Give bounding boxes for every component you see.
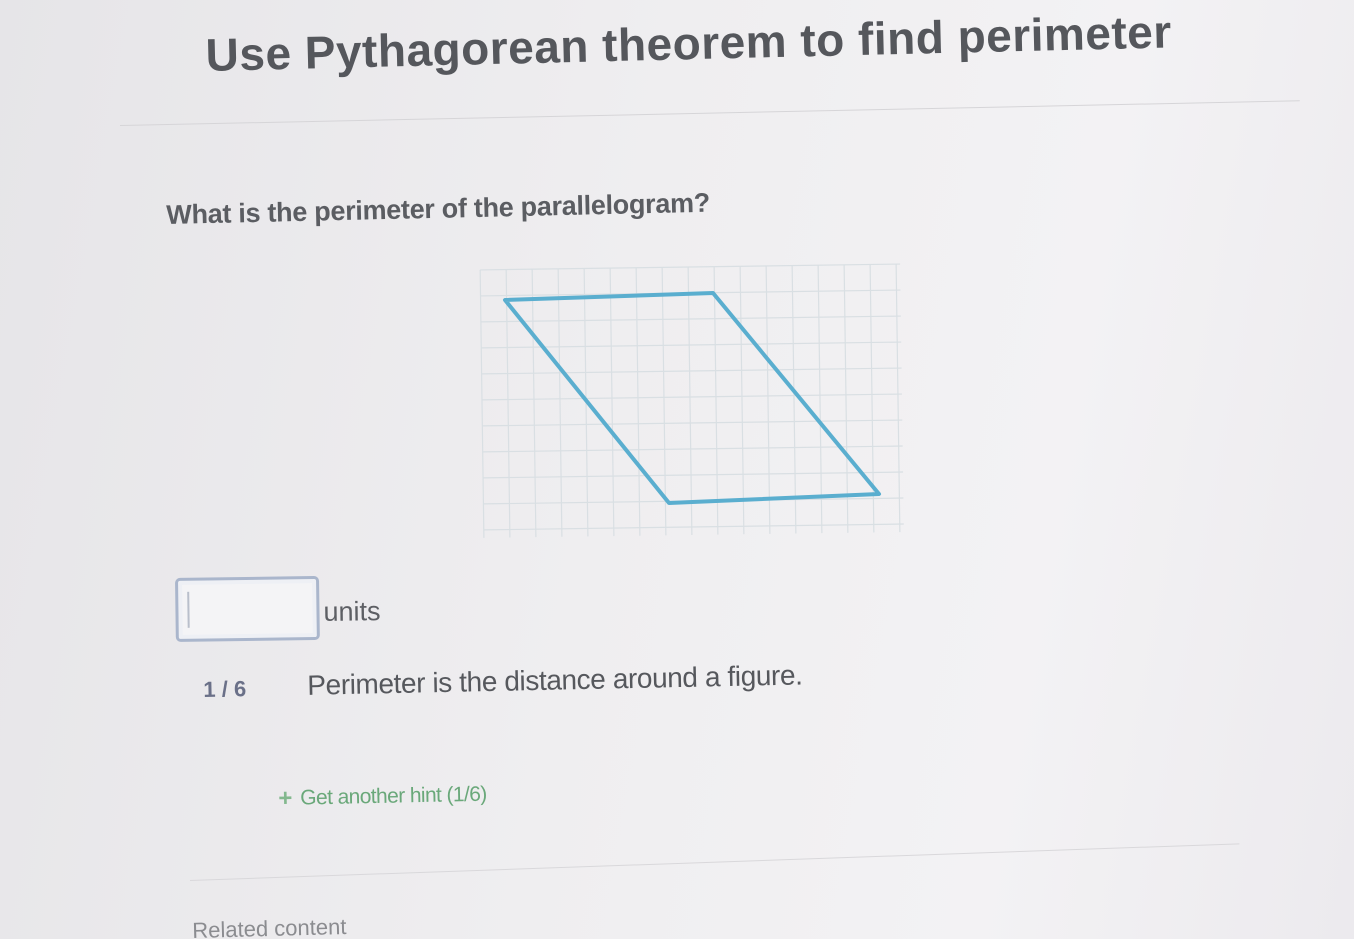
- grid-line-vertical: [505, 269, 511, 538]
- get-another-hint-label: Get another hint (1/6): [300, 782, 487, 810]
- exercise-page: Use Pythagorean theorem to find perimete…: [0, 0, 1354, 939]
- grid-line-vertical: [635, 267, 641, 536]
- grid-line-horizontal: [480, 263, 901, 271]
- grid-line-vertical: [765, 265, 771, 534]
- plus-icon: +: [278, 784, 293, 812]
- grid-line-horizontal: [480, 315, 901, 323]
- grid-line-horizontal: [482, 419, 903, 427]
- grid-line-vertical: [479, 269, 485, 538]
- grid-line-vertical: [843, 264, 849, 533]
- hint-row: 1 / 6 Perimeter is the distance around a…: [203, 659, 803, 704]
- page-title: Use Pythagorean theorem to find perimete…: [205, 5, 1173, 81]
- grid-line-vertical: [817, 265, 823, 534]
- related-content-heading: Related content: [192, 913, 347, 939]
- grid-line-vertical: [557, 268, 563, 537]
- units-label: units: [323, 595, 381, 627]
- grid-line-vertical: [687, 267, 693, 535]
- answer-input[interactable]: [175, 575, 320, 642]
- question-text: What is the perimeter of the parallelogr…: [166, 187, 711, 230]
- grid-line-horizontal: [483, 523, 904, 531]
- title-divider: [120, 100, 1300, 126]
- grid-line-vertical: [895, 264, 901, 533]
- parallelogram-figure: [479, 263, 904, 538]
- grid-line-vertical: [739, 266, 745, 535]
- hint-text: Perimeter is the distance around a figur…: [306, 659, 803, 701]
- grid-line-vertical: [609, 268, 615, 537]
- grid-line-vertical: [713, 266, 719, 535]
- answer-input-wrapper: [175, 575, 320, 642]
- grid-line-horizontal: [481, 367, 902, 375]
- grid-line-vertical: [531, 269, 537, 538]
- section-divider: [190, 843, 1240, 881]
- grid-line-vertical: [791, 265, 797, 534]
- answer-row: units: [175, 575, 381, 642]
- hint-counter: 1 / 6: [203, 676, 247, 702]
- grid-line-horizontal: [483, 471, 904, 479]
- get-another-hint-button[interactable]: + Get another hint (1/6): [278, 781, 487, 813]
- grid-line-horizontal: [481, 393, 902, 401]
